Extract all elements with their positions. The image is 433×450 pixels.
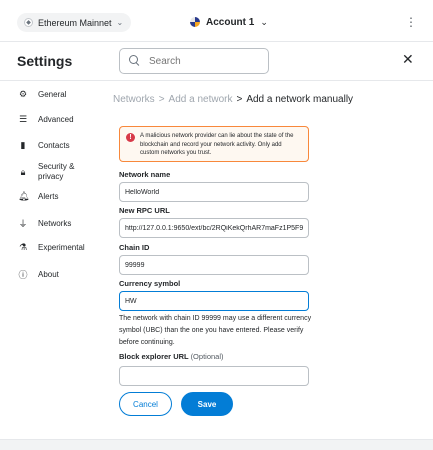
save-button[interactable]: Save [181,392,233,416]
sidebar-item-label: Alerts [38,191,59,201]
network-name-input[interactable] [119,182,309,202]
account-selector[interactable]: Account 1 ⌄ [190,13,268,31]
sidebar-item-experimental[interactable]: ⚗ Experimental [18,242,108,253]
block-explorer-label: Block explorer URL (Optional) [119,352,224,361]
kebab-menu-icon[interactable]: ⋮ [405,14,417,30]
sidebar-item-alerts[interactable]: 🔔︎ Alerts [18,191,108,202]
sidebar-item-label: Security & privacy [38,162,75,181]
sidebar-item-label: Advanced [38,114,74,124]
sidebar-item-label: General [38,89,67,99]
network-selector[interactable]: ◆ Ethereum Mainnet ⌄ [17,13,132,32]
rpc-url-input[interactable] [119,218,309,238]
close-icon[interactable]: ✕ [402,52,414,66]
info-icon: ⓘ [18,270,28,280]
settings-panel: Settings ✕ ⚙ General ☰ Advanced ▮ Contac… [0,42,433,440]
breadcrumb-current: Add a network manually [246,94,354,105]
gear-icon: ⚙ [18,89,28,99]
block-explorer-label-text: Block explorer URL [119,352,189,361]
optional-tag: (Optional) [190,352,224,361]
search-input[interactable] [149,55,259,67]
search-box[interactable] [119,48,269,74]
currency-symbol-label: Currency symbol [119,279,181,288]
warning-banner: ! A malicious network provider can lie a… [119,126,309,162]
cancel-button[interactable]: Cancel [119,392,172,416]
breadcrumb-separator: > [236,94,243,105]
chevron-down-icon: ⌄ [260,16,268,27]
breadcrumb-add-network[interactable]: Add a network [169,94,233,105]
block-explorer-input[interactable] [119,366,309,386]
breadcrumb-separator: > [158,94,165,105]
contacts-book-icon: ▮ [20,140,26,150]
sidebar-item-label: Networks [38,218,72,228]
lock-icon: 🔒︎ [20,166,26,177]
breadcrumb-networks[interactable]: Networks [113,94,155,105]
warning-icon: ! [126,133,135,142]
breadcrumb: Networks > Add a network > Add a network… [113,94,353,105]
chain-id-label: Chain ID [119,243,150,252]
chevron-down-icon: ⌄ [116,18,124,27]
sidebar-item-networks[interactable]: ⏚ Networks [18,217,108,230]
plug-icon: ⏚ [18,219,28,229]
currency-helper-text: The network with chain ID 99999 may use … [119,315,312,346]
sidebar-item-about[interactable]: ⓘ About [18,268,108,281]
warning-text: A malicious network provider can lie abo… [140,133,294,156]
sidebar-item-label: Contacts [38,140,70,150]
account-avatar-icon [190,17,200,27]
rpc-url-label: New RPC URL [119,206,170,215]
top-bar: ◆ Ethereum Mainnet ⌄ Account 1 ⌄ ⋮ [0,0,433,42]
sidebar-item-advanced[interactable]: ☰ Advanced [18,114,108,125]
network-name-label: Network name [119,170,171,179]
sidebar-item-label: About [38,269,59,279]
header-divider [0,80,433,81]
flask-icon: ⚗ [18,242,28,252]
sidebar-item-contacts[interactable]: ▮ Contacts [18,140,108,151]
bell-icon: 🔔︎ [18,191,30,201]
network-label: Ethereum Mainnet [38,17,112,28]
sliders-icon: ☰ [18,114,28,124]
page-title: Settings [17,53,73,69]
chain-id-input[interactable] [119,255,309,275]
currency-symbol-input[interactable] [119,291,309,311]
account-label: Account 1 [206,16,255,28]
search-icon [129,55,141,67]
sidebar-item-general[interactable]: ⚙ General [18,89,108,100]
sidebar-item-label: Experimental [38,242,85,252]
ethereum-icon: ◆ [24,18,33,27]
sidebar-item-security[interactable]: 🔒︎ Security & privacy [18,162,108,182]
